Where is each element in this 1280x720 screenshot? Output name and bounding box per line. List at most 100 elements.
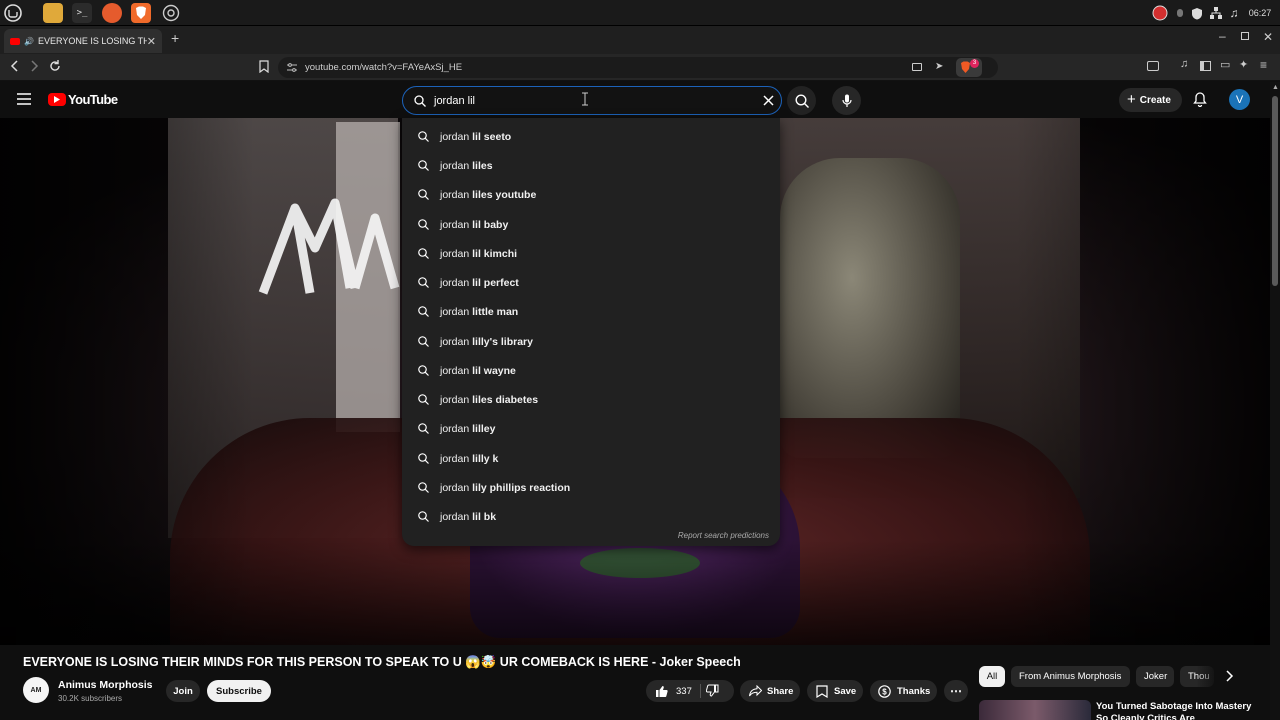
suggestion-completion: liles diabetes [472,394,539,406]
suggestion-completion: lil baby [472,219,509,231]
like-divider [700,684,701,698]
record-icon[interactable] [1174,4,1186,22]
scroll-up-icon[interactable]: ▲ [1272,84,1279,91]
brave-icon[interactable] [131,3,151,23]
browser-tab[interactable]: 🔊 EVERYONE IS LOSING THE ✕ [4,29,162,53]
wallet-icon[interactable]: ▭ [1220,58,1230,71]
clear-search-icon[interactable] [763,95,774,106]
new-tab-icon[interactable]: + [171,30,179,46]
account-avatar[interactable]: V [1229,89,1250,110]
suggestion-item[interactable]: jordan lil kimchi [402,238,780,267]
create-button[interactable]: + Create [1119,88,1182,112]
suggestion-item[interactable]: jordan lil wayne [402,355,780,384]
guide-menu-icon[interactable] [17,93,31,105]
scrollbar-thumb[interactable] [1272,96,1278,286]
more-actions-icon[interactable]: ⋯ [944,680,968,702]
files-icon[interactable] [43,3,63,23]
search-icon [418,336,429,347]
clock[interactable]: 06:27 [1246,4,1274,22]
sidebar-icon[interactable] [1200,61,1211,71]
page-scrollbar[interactable]: ▲ [1270,82,1280,720]
suggestion-item[interactable]: jordan lilly's library [402,326,780,355]
chip-joker[interactable]: Joker [1136,666,1174,687]
next-video-title[interactable]: You Turned Sabotage Into Mastery So Clea… [1096,701,1266,720]
mint-menu-icon[interactable] [3,3,23,23]
reload-icon[interactable] [48,59,62,73]
search-button[interactable] [787,86,816,115]
like-button[interactable]: 337 [646,680,698,702]
suggestion-prefix: jordan [440,131,470,143]
channel-name[interactable]: Animus Morphosis [58,679,153,691]
like-dislike-group: 337 [646,680,734,702]
search-box[interactable]: jordan lil [402,86,782,115]
dislike-button[interactable] [706,684,719,697]
channel-avatar[interactable]: AM [23,677,49,703]
thumbs-up-icon [656,685,668,697]
suggestion-item[interactable]: jordan lil seeto [402,121,780,150]
network-icon[interactable] [1209,4,1223,22]
notifications-icon[interactable] [1193,92,1207,107]
suggestion-item[interactable]: jordan lily phillips reaction [402,472,780,501]
send-icon[interactable]: ➤ [935,61,943,72]
join-button[interactable]: Join [166,680,200,702]
search-icon [418,219,429,230]
youtube-logo[interactable]: YouTube [48,92,118,107]
suggestion-item[interactable]: jordan little man [402,296,780,325]
chip-from-channel[interactable]: From Animus Morphosis [1011,666,1130,687]
join-label: Join [173,685,193,697]
save-label: Save [834,685,857,697]
forward-icon[interactable] [28,59,40,73]
screenshot-icon[interactable] [1147,61,1159,71]
suggestion-item[interactable]: jordan lil bk [402,501,780,530]
leo-icon[interactable]: ✦ [1239,58,1248,71]
suggestion-prefix: jordan [440,189,470,201]
voice-search-button[interactable] [832,86,861,115]
suggestion-item[interactable]: jordan lilley [402,413,780,442]
bookmark-icon[interactable] [259,60,269,73]
suggestion-item[interactable]: jordan liles youtube [402,179,780,208]
search-input[interactable]: jordan lil [434,95,475,107]
suggestion-item[interactable]: jordan liles diabetes [402,384,780,413]
shield-tray-icon[interactable] [1190,4,1204,22]
media-icon[interactable]: ♫ [1180,58,1188,70]
chromium-icon[interactable] [161,3,181,23]
subscribe-button[interactable]: Subscribe [207,680,271,702]
menu-icon[interactable]: ≡ [1260,58,1267,72]
svg-text:$: $ [882,687,887,696]
share-button[interactable]: Share [740,680,800,702]
suggestion-item[interactable]: jordan lil perfect [402,267,780,296]
youtube-play-icon [48,93,66,106]
back-icon[interactable] [9,59,21,73]
suggestion-prefix: jordan [440,160,470,172]
suggestion-completion: lil bk [472,511,497,523]
window-close-icon[interactable]: ✕ [1263,30,1273,44]
save-button[interactable]: Save [807,680,863,702]
chips-next-icon[interactable] [1224,670,1234,682]
search-icon [418,511,429,522]
music-icon[interactable]: ♫ [1227,4,1241,22]
tab-close-icon[interactable]: ✕ [147,35,156,48]
next-video-thumbnail[interactable] [979,700,1091,720]
search-icon [794,93,809,108]
terminal-icon[interactable]: >_ [72,3,92,23]
search-icon [418,189,429,200]
suggestion-item[interactable]: jordan lil baby [402,209,780,238]
address-bar[interactable]: youtube.com/watch?v=FAYeAxSj_HE ➤ 3 [278,57,998,78]
update-icon[interactable] [1151,4,1169,22]
brave-shields-button[interactable]: 3 [956,58,982,77]
url-text[interactable]: youtube.com/watch?v=FAYeAxSj_HE [305,62,462,73]
minimize-icon[interactable]: – [1219,29,1226,43]
suggestion-completion: lilly's library [472,336,533,348]
audio-playing-icon[interactable]: 🔊 [24,37,34,46]
thanks-button[interactable]: $ Thanks [870,680,937,702]
suggestion-item[interactable]: jordan liles [402,150,780,179]
suggestion-item[interactable]: jordan lilly k [402,443,780,472]
maximize-icon[interactable] [1241,32,1249,40]
cast-icon[interactable] [912,63,922,71]
site-info-icon[interactable] [287,63,297,72]
search-suggestions-dropdown: jordan lil seeto jordan liles jordan lil… [402,118,780,546]
chip-all[interactable]: All [979,666,1005,687]
firefox-icon[interactable] [102,3,122,23]
report-search-predictions-link[interactable]: Report search predictions [678,531,769,540]
suggestion-completion: lil kimchi [472,248,518,260]
